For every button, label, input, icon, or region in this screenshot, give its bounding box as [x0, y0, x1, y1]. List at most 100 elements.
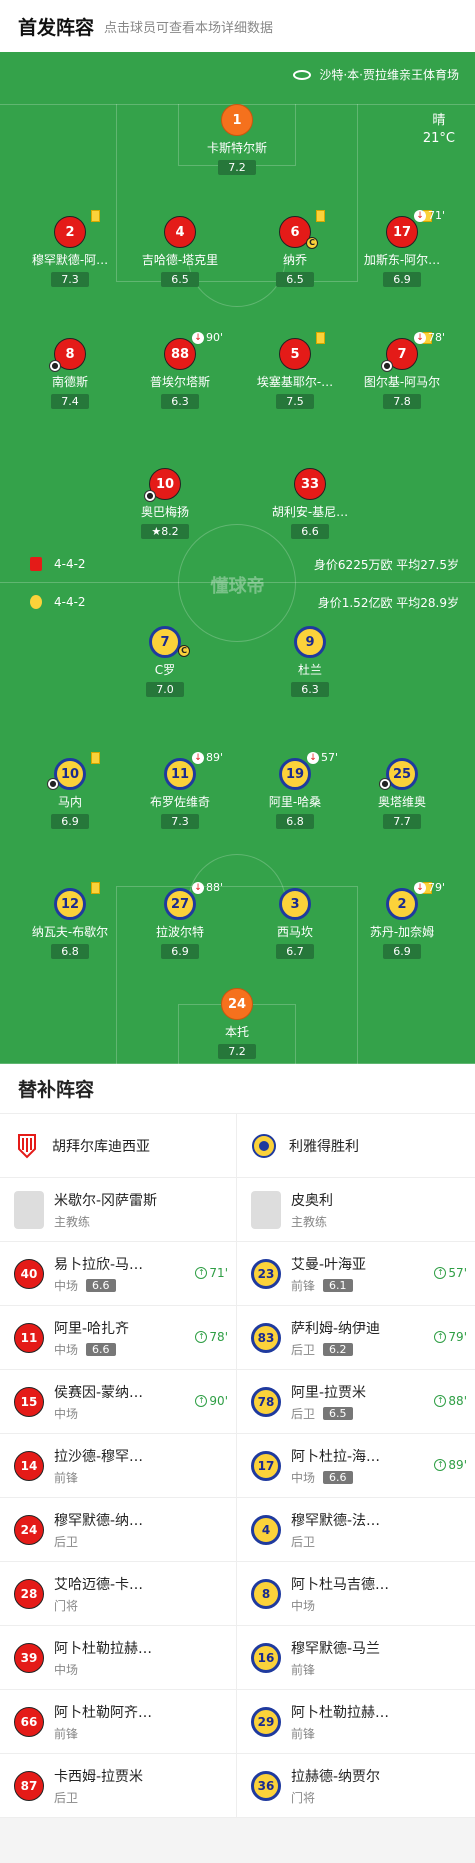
player-name: 纳瓦夫-布歇尔: [31, 925, 109, 939]
sub-number-badge: 8: [251, 1578, 281, 1609]
away-sub-row[interactable]: 4 穆罕默德-法… 后卫: [237, 1498, 475, 1562]
away-sub-row[interactable]: 16 穆罕默德-马兰 前锋: [237, 1626, 475, 1690]
away-player-24[interactable]: 24 本托 7.2: [187, 988, 287, 1059]
home-player-17[interactable]: 17 ↓ 71' 加斯东-阿尔… 6.9: [352, 209, 452, 287]
away-player-3[interactable]: 3 西马坎 6.7: [245, 888, 345, 959]
player-number: 2: [397, 896, 407, 912]
home-sub-row[interactable]: 39 阿卜杜勒拉赫… 中场: [0, 1626, 236, 1690]
captain-icon: C: [178, 645, 190, 657]
sub-off-minute: 79': [428, 881, 446, 894]
player-rating-value: 7.3: [61, 273, 79, 286]
sub-in-icon: ↑: [434, 1267, 447, 1279]
away-player-9[interactable]: 9 杜兰 6.3: [260, 626, 360, 697]
home-player-2[interactable]: 2 穆罕默德-阿… 7.3: [20, 210, 120, 287]
away-sub-row[interactable]: 8 阿卜杜马吉德… 中场: [237, 1562, 475, 1626]
player-number-badge: 6C: [279, 216, 318, 249]
away-sub-row[interactable]: 36 拉赫德-纳贾尔 门将: [237, 1754, 475, 1818]
away-sub-row[interactable]: 78 阿里-拉贾米 后卫 6.5 ↑ 88': [237, 1370, 475, 1434]
away-sub-row[interactable]: 23 艾曼-叶海亚 前锋 6.1 ↑ 57': [237, 1242, 475, 1306]
player-name: 奥巴梅扬: [140, 505, 189, 519]
home-player-5[interactable]: 5 埃塞基耶尔-… 7.5: [245, 332, 345, 409]
home-sub-row[interactable]: 11 阿里-哈扎齐 中场 6.6 ↑ 78': [0, 1306, 236, 1370]
page-subtitle: 点击球员可查看本场详细数据: [104, 20, 274, 36]
away-player-12[interactable]: 12 纳瓦夫-布歇尔 6.8: [20, 882, 120, 959]
away-player-7[interactable]: 7 C C罗 7.0: [115, 626, 215, 697]
home-sub-row[interactable]: 66 阿卜杜勒阿齐… 前锋: [0, 1690, 236, 1754]
home-coach-name: 米歇尔-冈萨雷斯: [54, 1192, 158, 1209]
weather-info: 晴 21°C: [423, 112, 455, 148]
sub-in-minute: 89': [448, 1458, 467, 1472]
away-coach-role: 主教练: [291, 1214, 328, 1229]
home-value-age: 身价6225万欧 平均27.5岁: [313, 557, 459, 572]
away-coach-row[interactable]: 皮奥利 主教练: [237, 1178, 475, 1242]
player-number-badge: 10 ●: [144, 468, 181, 502]
lineup-header: 首发阵容 点击球员可查看本场详细数据: [0, 0, 475, 52]
away-player-19[interactable]: 19 ↓ 57' 阿里-哈桑 6.8: [245, 751, 345, 829]
away-sub-row[interactable]: 29 阿卜杜勒拉赫… 前锋: [237, 1690, 475, 1754]
player-name: 苏丹-加奈姆: [369, 925, 435, 939]
home-player-88[interactable]: 88 ↓ 90' 普埃尔塔斯 6.3: [130, 331, 230, 409]
home-sub-row[interactable]: 40 易卜拉欣-马… 中场 6.6 ↑ 71': [0, 1242, 236, 1306]
player-number-badge: 5: [279, 338, 311, 370]
home-coach-row[interactable]: 米歇尔-冈萨雷斯 主教练: [0, 1178, 236, 1242]
player-rating: 6.6: [291, 524, 329, 539]
sub-name: 艾哈迈德-卡…: [54, 1576, 144, 1593]
home-formation: 4-4-2: [54, 557, 86, 571]
away-sub-row[interactable]: 83 萨利姆-纳伊迪 后卫 6.2 ↑ 79': [237, 1306, 475, 1370]
home-sub-row[interactable]: 15 侯赛因-蒙纳… 中场 ↑ 90': [0, 1370, 236, 1434]
home-player-7[interactable]: 7 ● ↓ 78' 图尔基-阿马尔 7.8: [352, 331, 452, 409]
goal-ball-icon: ●: [144, 490, 156, 502]
home-player-1[interactable]: 1 卡斯特尔斯 7.2: [187, 104, 287, 175]
sub-number-badge: 40: [14, 1258, 44, 1289]
away-player-10[interactable]: 10 ● 马内 6.9: [20, 752, 120, 829]
sub-in-icon: ↑: [434, 1395, 447, 1407]
player-number: 33: [300, 476, 320, 492]
away-value-age: 身价1.52亿欧 平均28.9岁: [317, 595, 459, 610]
away-sub-row[interactable]: 17 阿卜杜拉-海… 中场 6.6 ↑ 89': [237, 1434, 475, 1498]
home-player-10[interactable]: 10 ● 奥巴梅扬 ★8.2: [115, 468, 215, 539]
player-rating: 7.3: [51, 272, 89, 287]
goal-ball-icon: ●: [381, 360, 393, 372]
sub-off-icon: ↓: [414, 881, 426, 894]
player-name: 胡利安-基尼…: [271, 505, 349, 519]
home-player-6[interactable]: 6 C 纳乔 6.5: [245, 210, 345, 287]
away-player-2[interactable]: 2 ↓ 79' 苏丹-加奈姆 6.9: [352, 881, 452, 959]
home-sub-row[interactable]: 28 艾哈迈德-卡… 门将: [0, 1562, 236, 1626]
player-number: 27: [170, 896, 190, 912]
player-rating-value: 6.9: [61, 815, 79, 828]
home-player-33[interactable]: 33 胡利安-基尼… 6.6: [260, 468, 360, 539]
away-player-11[interactable]: 11 ↓ 89' 布罗佐维奇 7.3: [130, 751, 230, 829]
sub-name: 穆罕默德-纳…: [54, 1512, 144, 1529]
home-sub-row[interactable]: 14 拉沙德-穆罕… 前锋: [0, 1434, 236, 1498]
away-player-25[interactable]: 25 ● 奥塔维奥 7.7: [352, 758, 452, 829]
sub-name: 拉沙德-穆罕…: [54, 1448, 144, 1465]
sub-number-badge: 23: [251, 1258, 281, 1289]
yellow-card-icon: [91, 752, 100, 764]
player-rating-value: 6.8: [61, 945, 79, 958]
home-sub-row[interactable]: 87 卡西姆-拉贾米 后卫: [0, 1754, 236, 1818]
home-team-row[interactable]: 胡拜尔库迪西亚: [0, 1114, 236, 1178]
sub-name: 穆罕默德-法…: [291, 1512, 381, 1529]
home-player-8[interactable]: 8 ● 南德斯 7.4: [20, 338, 120, 409]
player-number: 11: [170, 766, 190, 782]
sub-in-icon: ↑: [195, 1331, 208, 1343]
sub-off-minute: 90': [206, 331, 224, 344]
player-number-badge: 3: [279, 888, 311, 920]
player-number: 10: [155, 476, 175, 492]
player-number: 7: [397, 346, 407, 362]
home-sub-row[interactable]: 24 穆罕默德-纳… 后卫: [0, 1498, 236, 1562]
lineup-page: { "header": {"title": "首发阵容", "subtitle"…: [0, 0, 475, 1863]
away-player-27[interactable]: 27 ↓ 88' 拉波尔特 6.9: [130, 881, 230, 959]
away-team-badge-icon: [30, 595, 42, 609]
sub-off-icon: ↓: [192, 751, 204, 764]
sub-off-indicator: ↓ 89': [192, 751, 223, 764]
away-team-row[interactable]: 利雅得胜利: [237, 1114, 475, 1178]
player-rating: 7.0: [146, 682, 184, 697]
player-number: 2: [65, 224, 75, 240]
home-player-4[interactable]: 4 吉哈德-塔克里 6.5: [130, 216, 230, 287]
sub-off-minute: 89': [206, 751, 224, 764]
player-rating: 7.5: [276, 394, 314, 409]
yellow-card-icon: [316, 332, 325, 344]
player-name: 吉哈德-塔克里: [141, 253, 219, 267]
player-rating-value: 6.6: [301, 525, 319, 538]
